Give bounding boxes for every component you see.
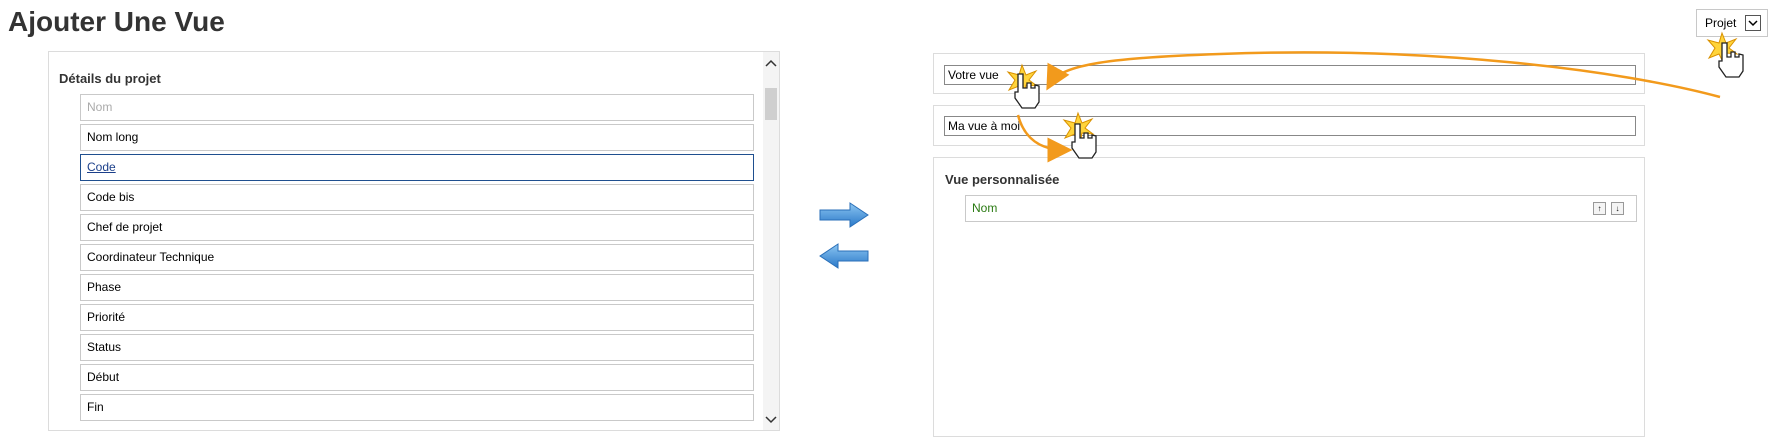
project-details-panel: Détails du projet Nom Nom long Code Code bi…: [48, 51, 780, 431]
field-list-item[interactable]: Coordinateur Technique: [80, 244, 754, 271]
project-select[interactable]: Projet: [1696, 9, 1768, 37]
hand-pointer-icon: [1718, 42, 1744, 78]
remove-field-button[interactable]: [818, 242, 870, 270]
click-burst-icon: [1706, 31, 1739, 66]
project-select-label: Projet: [1705, 16, 1737, 30]
scroll-up-icon[interactable]: [763, 58, 779, 70]
field-list-item[interactable]: Status: [80, 334, 754, 361]
field-list-item[interactable]: Début: [80, 364, 754, 391]
scroll-down-icon[interactable]: [763, 415, 779, 427]
arrow-left-icon: [819, 243, 869, 269]
field-list-item[interactable]: Code: [80, 154, 754, 181]
view-label-section: [933, 105, 1645, 146]
field-list-item[interactable]: Code bis: [80, 184, 754, 211]
field-list-item[interactable]: Chef de projet: [80, 214, 754, 241]
field-list-item[interactable]: Nom long: [80, 124, 754, 151]
custom-view-panel: Vue personnalisée Nom ↑ ↓: [933, 157, 1645, 437]
view-name-section: [933, 53, 1645, 94]
chevron-down-icon[interactable]: [1745, 15, 1761, 31]
scrollbar-thumb[interactable]: [765, 88, 777, 120]
view-name-input[interactable]: [944, 65, 1636, 85]
view-label-input[interactable]: [944, 116, 1636, 136]
custom-view-title: Vue personnalisée: [945, 172, 1060, 187]
field-list-item[interactable]: Phase: [80, 274, 754, 301]
field-list-item[interactable]: Priorité: [80, 304, 754, 331]
custom-view-item-label: Nom: [972, 201, 998, 215]
field-list-item[interactable]: Fin: [80, 394, 754, 421]
field-list-item[interactable]: Nom: [80, 94, 754, 121]
field-list: Nom Nom long Code Code bis Chef de projet Coo…: [80, 94, 754, 424]
arrow-right-icon: [819, 202, 869, 228]
move-down-icon[interactable]: ↓: [1611, 202, 1624, 215]
add-field-button[interactable]: [818, 201, 870, 229]
scrollbar[interactable]: [763, 52, 779, 430]
details-panel-title: Détails du projet: [59, 71, 161, 86]
move-up-icon[interactable]: ↑: [1593, 202, 1606, 215]
page-title: Ajouter Une Vue: [8, 6, 225, 37]
custom-view-item[interactable]: Nom ↑ ↓: [965, 195, 1637, 222]
